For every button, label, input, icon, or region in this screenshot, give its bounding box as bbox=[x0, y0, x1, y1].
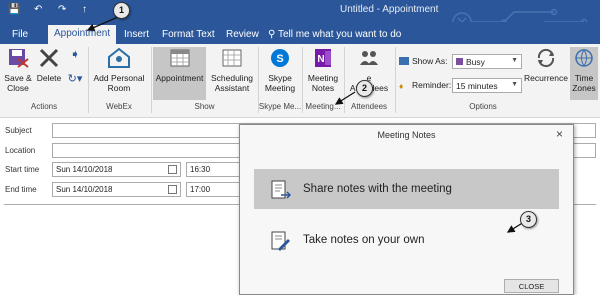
calendar-icon[interactable] bbox=[168, 165, 177, 174]
time-zones-button[interactable]: Time Zones bbox=[570, 47, 598, 100]
save-close-button[interactable]: Save & Close bbox=[2, 47, 34, 93]
svg-text:S: S bbox=[276, 53, 283, 65]
onenote-icon: N bbox=[315, 49, 331, 67]
show-as-dropdown[interactable]: Busy ▼ bbox=[452, 54, 522, 69]
show-as-value: Busy bbox=[466, 57, 485, 67]
skype-meeting-button[interactable]: S Skype Meeting bbox=[260, 47, 300, 93]
undo-icon[interactable]: ↶ bbox=[34, 4, 42, 15]
group-label-actions: Actions bbox=[30, 102, 58, 111]
add-personal-room-label: Add Personal Room bbox=[93, 73, 145, 93]
callout-2: 2 bbox=[356, 80, 373, 97]
redo-icon[interactable]: ↷ bbox=[58, 4, 66, 15]
group-separator bbox=[302, 47, 303, 113]
people-icon bbox=[360, 51, 378, 65]
close-button[interactable]: CLOSE bbox=[504, 279, 559, 293]
webex-room-icon bbox=[108, 47, 130, 68]
save-icon[interactable]: 💾 bbox=[8, 4, 20, 15]
show-as-icon bbox=[399, 57, 409, 67]
own-notes-option[interactable]: Take notes on your own bbox=[254, 220, 559, 260]
callout-1: 1 bbox=[113, 2, 130, 19]
meeting-notes-button[interactable]: N Meeting Notes bbox=[304, 47, 342, 93]
more-actions-button[interactable]: ↻▾ bbox=[64, 73, 86, 85]
group-label-skype: Skype Me... bbox=[258, 102, 302, 111]
tab-file[interactable]: File bbox=[6, 26, 34, 44]
title-bar: 💾 ↶ ↷ ↑ Untitled - Appointment bbox=[0, 0, 600, 33]
tab-review[interactable]: Review bbox=[220, 26, 265, 44]
callout-3: 3 bbox=[520, 211, 537, 228]
save-close-label: Save & Close bbox=[4, 73, 32, 93]
group-separator bbox=[395, 47, 396, 113]
group-separator bbox=[151, 47, 152, 113]
add-personal-room-button[interactable]: Add Personal Room bbox=[90, 47, 148, 93]
save-close-icon bbox=[9, 49, 29, 68]
tab-insert[interactable]: Insert bbox=[118, 26, 155, 44]
group-separator bbox=[88, 47, 89, 113]
scheduling-grid-icon bbox=[222, 49, 242, 67]
group-label-meeting-notes: Meeting... bbox=[305, 102, 341, 111]
calendar-icon[interactable] bbox=[168, 185, 177, 194]
subject-label: Subject bbox=[5, 126, 32, 135]
pencil-notebook-icon bbox=[271, 231, 290, 251]
reminder-label: Reminder: bbox=[412, 80, 452, 90]
recurrence-label: Recurrence bbox=[524, 73, 568, 83]
share-notes-option[interactable]: Share notes with the meeting bbox=[254, 169, 559, 209]
skype-meeting-label: Skype Meeting bbox=[264, 73, 296, 93]
delete-icon bbox=[39, 48, 59, 68]
ribbon-tab-bar: File Appointment Insert Format Text Revi… bbox=[0, 22, 600, 44]
location-label: Location bbox=[5, 146, 36, 155]
time-zones-label: Time Zones bbox=[572, 73, 596, 93]
group-label-options: Options bbox=[469, 102, 497, 111]
end-date-value: Sun 14/10/2018 bbox=[56, 185, 113, 194]
recurrence-button[interactable]: Recurrence bbox=[524, 47, 568, 83]
svg-text:N: N bbox=[317, 54, 324, 65]
window-title: Untitled - Appointment bbox=[340, 4, 439, 15]
tell-me-box[interactable]: ⚲ Tell me what you want to do bbox=[268, 29, 401, 40]
delete-label: Delete bbox=[36, 73, 62, 83]
scheduling-assistant-label: Scheduling Assistant bbox=[210, 73, 254, 93]
up-arrow-icon[interactable]: ↑ bbox=[82, 4, 87, 15]
reminder-value: 15 minutes bbox=[456, 81, 498, 91]
lightbulb-icon: ⚲ bbox=[268, 29, 276, 40]
group-label-show: Show bbox=[194, 102, 215, 111]
group-label-webex: WebEx bbox=[106, 102, 132, 111]
skype-icon: S bbox=[271, 49, 289, 67]
appointment-view-button[interactable]: Appointment bbox=[153, 47, 206, 100]
ribbon: Save & Close Delete ➧ ↻▾ Actions Add Per… bbox=[0, 44, 600, 118]
busy-color-swatch bbox=[456, 58, 463, 65]
delete-button[interactable]: Delete bbox=[36, 47, 62, 83]
start-date-picker[interactable]: Sun 14/10/2018 bbox=[52, 162, 181, 177]
scheduling-assistant-button[interactable]: Scheduling Assistant bbox=[208, 47, 256, 93]
start-time-value: 16:30 bbox=[190, 165, 211, 174]
end-time-label: End time bbox=[5, 185, 37, 194]
start-time-label: Start time bbox=[5, 165, 40, 174]
start-date-value: Sun 14/10/2018 bbox=[56, 165, 113, 174]
calendar-icon bbox=[170, 49, 189, 67]
forward-button[interactable]: ➧ bbox=[64, 47, 86, 61]
reminder-dropdown[interactable]: 15 minutes ▼ bbox=[452, 78, 522, 93]
recurrence-icon bbox=[537, 48, 555, 68]
show-as-label: Show As: bbox=[412, 56, 448, 66]
tell-me-text: Tell me what you want to do bbox=[277, 29, 402, 40]
forward-icon: ➧ bbox=[69, 47, 81, 61]
shared-notebook-icon bbox=[271, 180, 291, 199]
end-time-value: 17:00 bbox=[190, 185, 211, 194]
meeting-notes-label: Meeting Notes bbox=[307, 73, 339, 93]
globe-icon bbox=[575, 49, 593, 67]
appointment-view-label: Appointment bbox=[155, 73, 204, 83]
tab-appointment[interactable]: Appointment bbox=[48, 25, 117, 44]
chevron-down-icon: ▼ bbox=[511, 81, 518, 88]
bell-icon: ♦ bbox=[399, 81, 404, 91]
dialog-title: Meeting Notes bbox=[377, 130, 436, 140]
end-date-picker[interactable]: Sun 14/10/2018 bbox=[52, 182, 181, 197]
share-notes-label: Share notes with the meeting bbox=[303, 183, 452, 195]
close-icon[interactable]: × bbox=[556, 127, 563, 141]
meeting-notes-dialog: Meeting Notes × Share notes with the mee… bbox=[239, 124, 574, 295]
chevron-down-icon: ▼ bbox=[511, 57, 518, 64]
own-notes-label: Take notes on your own bbox=[303, 234, 425, 246]
group-label-attendees: Attendees bbox=[350, 102, 388, 111]
tab-format-text[interactable]: Format Text bbox=[156, 26, 221, 44]
refresh-icon: ↻▾ bbox=[67, 73, 83, 85]
